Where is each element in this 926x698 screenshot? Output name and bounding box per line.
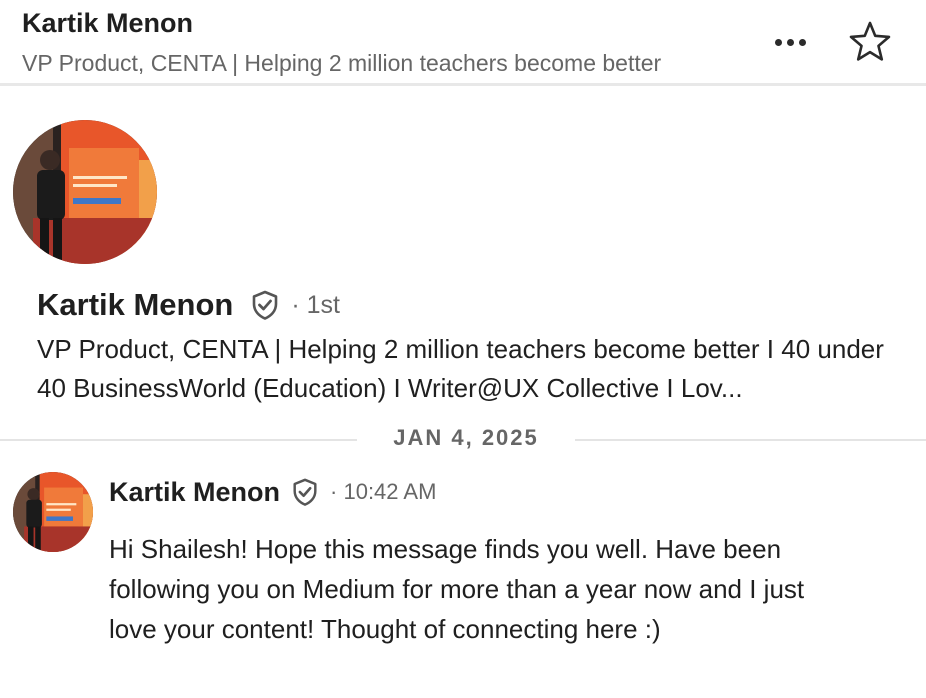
sender-photo xyxy=(13,472,93,552)
ellipsis-dot xyxy=(786,38,794,46)
divider-line xyxy=(575,439,926,441)
message-meta: Kartik Menon · 10:42 AM xyxy=(109,474,436,510)
more-options-button[interactable] xyxy=(762,22,818,62)
ellipsis-icon xyxy=(774,38,782,46)
date-divider: JAN 4, 2025 xyxy=(393,425,539,450)
message-body: Hi Shailesh! Hope this message finds you… xyxy=(109,534,805,644)
verified-shield-icon xyxy=(253,290,278,320)
profile-photo xyxy=(13,120,157,264)
star-button[interactable] xyxy=(846,18,894,66)
message-avatar[interactable] xyxy=(13,472,93,552)
profile-name-row: Kartik Menon · 1st xyxy=(37,285,340,325)
message-sender-name[interactable]: Kartik Menon xyxy=(109,477,280,508)
divider-line xyxy=(0,439,357,441)
profile-headline: VP Product, CENTA | Helping 2 million te… xyxy=(37,334,884,403)
star-outline-icon xyxy=(849,21,891,61)
verified-shield-icon xyxy=(293,478,317,506)
connection-degree: · 1st xyxy=(291,290,340,319)
conversation-header: Kartik Menon VP Product, CENTA | Helping… xyxy=(0,0,926,86)
ellipsis-dot xyxy=(798,38,806,46)
conversation-pane: Kartik Menon VP Product, CENTA | Helping… xyxy=(0,0,926,698)
profile-name[interactable]: Kartik Menon xyxy=(37,287,233,323)
header-contact-headline: VP Product, CENTA | Helping 2 million te… xyxy=(22,50,662,76)
profile-avatar[interactable] xyxy=(13,120,157,264)
message-timestamp: · 10:42 AM xyxy=(330,479,437,504)
header-contact-name[interactable]: Kartik Menon xyxy=(22,8,193,39)
